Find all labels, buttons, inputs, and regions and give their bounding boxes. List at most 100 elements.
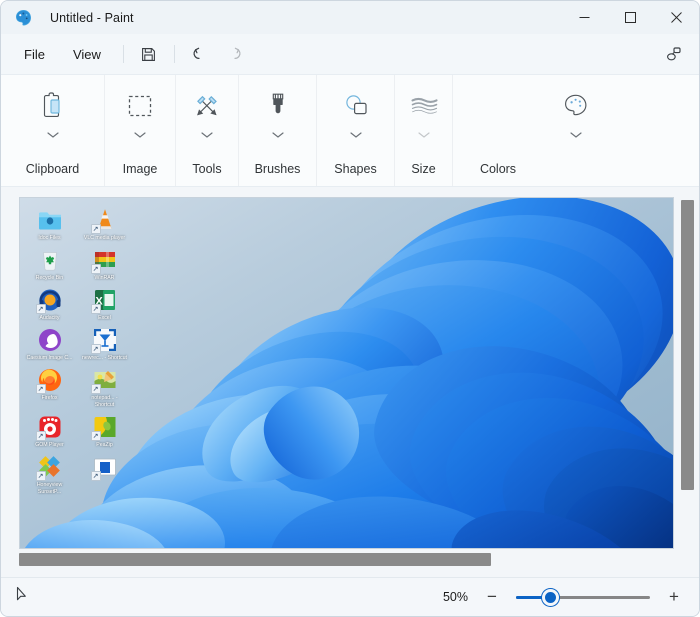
- pointer-cursor-icon: [15, 586, 30, 608]
- horizontal-scrollbar[interactable]: [19, 553, 674, 566]
- desktop-icon-image-viewer[interactable]: ↗: [81, 451, 128, 496]
- desktop-icon-recycle-bin[interactable]: Recycle Bin: [26, 244, 73, 282]
- save-icon[interactable]: [133, 40, 165, 68]
- caesium-icon: [37, 327, 63, 353]
- ribbon-group-shapes[interactable]: Shapes: [317, 75, 395, 186]
- chevron-down-icon: [271, 126, 284, 144]
- chevron-down-icon: [531, 126, 621, 144]
- desktop-icon-label: Recycle Bin: [35, 275, 64, 282]
- menubar-divider-2: [173, 45, 175, 63]
- title-bar: Untitled - Paint: [1, 1, 699, 34]
- chevron-down-icon: [46, 126, 59, 144]
- ribbon-label-brushes: Brushes: [254, 162, 301, 176]
- menu-item-view[interactable]: View: [60, 41, 114, 68]
- desktop-icon-newrec[interactable]: ↗ newrec... - Shortcut: [81, 324, 128, 362]
- horizontal-scrollbar-thumb[interactable]: [19, 553, 491, 566]
- desktop-icon-notepad[interactable]: ↗ notepad... - Shortcut: [81, 364, 128, 409]
- shapes-icon: [341, 86, 371, 126]
- vertical-scrollbar[interactable]: [681, 197, 694, 549]
- desktop-icon-caesium[interactable]: Caesium Image C...: [26, 324, 73, 362]
- desktop-icon-label: Idoc Files: [38, 235, 61, 241]
- desktop-icon-peazip[interactable]: ↗ PeaZip: [81, 411, 128, 449]
- zoom-slider-thumb[interactable]: [542, 588, 559, 606]
- menu-bar: File View: [1, 34, 699, 74]
- window-title: Untitled - Paint: [50, 10, 134, 25]
- zoom-in-button[interactable]: +: [663, 586, 685, 608]
- shortcut-arrow-icon: ↗: [90, 384, 101, 395]
- ribbon-group-clipboard[interactable]: Clipboard: [1, 75, 105, 186]
- desktop-icon-label: Honeyview SunsetP...: [36, 482, 63, 496]
- window-controls: [561, 1, 699, 34]
- menubar-divider-1: [122, 45, 124, 63]
- pencil-brush-icon: [193, 86, 221, 126]
- undo-icon[interactable]: [184, 40, 216, 68]
- notepad-plus-icon: ↗: [90, 367, 118, 395]
- desktop-icon-winrar[interactable]: ↗ WinRAR: [81, 244, 128, 282]
- desktop-icon-label: Caesium Image C...: [26, 355, 73, 362]
- desktop-icon-vlc[interactable]: ↗ VLC media player: [81, 204, 128, 242]
- status-left-group: [15, 586, 30, 608]
- desktop-icon-label: GOM Player: [35, 442, 64, 449]
- shortcut-arrow-icon: ↗: [90, 304, 101, 315]
- layout-settings-icon[interactable]: [657, 40, 689, 68]
- camtasia-icon: ↗: [90, 327, 118, 355]
- desktop-icons-grid: Idoc Files ↗ VLC media player Recycle Bi…: [26, 204, 128, 496]
- zoom-controls: 50% − +: [434, 586, 685, 608]
- ribbon-group-brushes[interactable]: Brushes: [239, 75, 317, 186]
- desktop-icon-idoc-files[interactable]: Idoc Files: [26, 204, 73, 242]
- redo-icon[interactable]: [218, 40, 250, 68]
- canvas-work-area: Idoc Files ↗ VLC media player Recycle Bi…: [1, 187, 699, 577]
- paint-canvas[interactable]: Idoc Files ↗ VLC media player Recycle Bi…: [19, 197, 674, 549]
- paint-window: Untitled - Paint File View Clipboard Ima…: [0, 0, 700, 617]
- vlc-cone-icon: ↗: [90, 207, 118, 234]
- desktop-icon-excel[interactable]: X ↗ Excel: [81, 284, 128, 322]
- shortcut-arrow-icon: ↗: [35, 431, 46, 442]
- paint-palette-icon: [14, 8, 33, 27]
- desktop-icon-label: PeaZip: [96, 442, 113, 449]
- ribbon-label-image: Image: [122, 162, 158, 176]
- clipboard-icon: [39, 86, 67, 126]
- shortcut-arrow-icon: ↗: [35, 471, 46, 482]
- desktop-icon-audacity[interactable]: ↗ Audacity: [26, 284, 73, 322]
- chevron-down-icon: [201, 126, 213, 144]
- ribbon-label-tools: Tools: [192, 162, 222, 176]
- desktop-icon-label: Firefox: [41, 395, 58, 402]
- shortcut-arrow-icon: ↗: [90, 264, 101, 275]
- ribbon-label-shapes: Shapes: [334, 162, 377, 176]
- ribbon-group-image[interactable]: Image: [105, 75, 176, 186]
- desktop-icon-label: notepad... - Shortcut: [91, 395, 118, 409]
- desktop-icon-label: WinRAR: [94, 275, 115, 282]
- color-palette-icon: [531, 86, 621, 126]
- honeyview-icon: ↗: [35, 454, 63, 482]
- desktop-icon-gom-player[interactable]: ↗ GOM Player: [26, 411, 73, 449]
- image-viewer-icon: ↗: [90, 454, 118, 482]
- winrar-books-icon: ↗: [90, 247, 118, 275]
- ribbon-group-tools[interactable]: Tools: [176, 75, 239, 186]
- close-button[interactable]: [653, 1, 699, 34]
- chevron-down-icon: [417, 126, 430, 144]
- minimize-button[interactable]: [561, 1, 607, 34]
- gom-player-icon: ↗: [35, 414, 63, 442]
- brush-icon: [264, 86, 292, 126]
- zoom-slider[interactable]: [516, 587, 650, 607]
- peazip-icon: ↗: [90, 414, 118, 442]
- desktop-icon-firefox[interactable]: ↗ Firefox: [26, 364, 73, 409]
- shortcut-arrow-icon: ↗: [90, 431, 101, 442]
- desktop-icon-honeyview[interactable]: ↗ Honeyview SunsetP...: [26, 451, 73, 496]
- shortcut-arrow-icon: ↗: [35, 304, 46, 315]
- zoom-out-button[interactable]: −: [481, 586, 503, 608]
- vertical-scrollbar-thumb[interactable]: [681, 200, 694, 490]
- desktop-icon-label: Excel: [98, 315, 111, 322]
- ribbon-group-size[interactable]: Size: [395, 75, 453, 186]
- shortcut-arrow-icon: ↗: [90, 224, 101, 234]
- excel-icon: X ↗: [90, 287, 118, 315]
- desktop-icon-label: newrec... - Shortcut: [82, 355, 127, 362]
- chevron-down-icon: [349, 126, 362, 144]
- zoom-level-label: 50%: [442, 590, 468, 604]
- audacity-headphones-icon: ↗: [35, 287, 63, 315]
- ribbon-label-colors: Colors: [479, 162, 517, 176]
- maximize-button[interactable]: [607, 1, 653, 34]
- menu-item-file[interactable]: File: [11, 41, 58, 68]
- shortcut-arrow-icon: ↗: [90, 344, 101, 355]
- ribbon-group-colors[interactable]: Colors: [453, 75, 699, 186]
